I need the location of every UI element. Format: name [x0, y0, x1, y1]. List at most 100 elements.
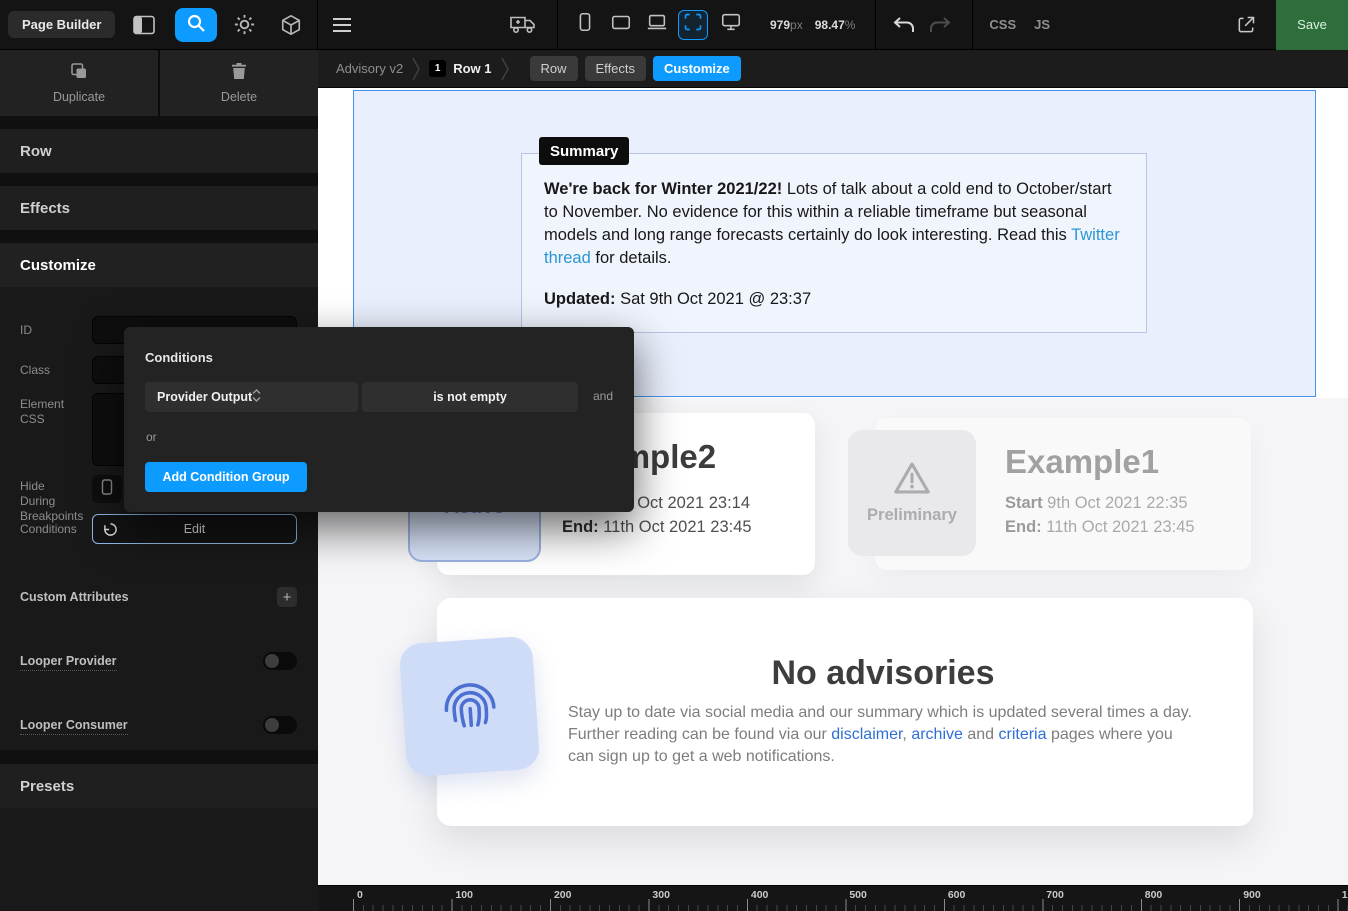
preview-laptop-button[interactable] — [642, 10, 672, 40]
hamburger-menu-icon[interactable] — [332, 17, 352, 33]
divider — [0, 750, 318, 764]
laptop-icon — [646, 11, 668, 38]
hide-breakpoints-label: Hide During Breakpoints — [20, 479, 82, 524]
truck-icon[interactable] — [510, 15, 537, 34]
delete-button[interactable]: Delete — [160, 50, 318, 116]
breadcrumb-element-label: Row 1 — [453, 61, 491, 76]
looper-consumer-label: Looper Consumer — [20, 718, 128, 735]
fingerprint-icon — [429, 663, 510, 749]
fingerprint-badge — [399, 636, 541, 778]
divider — [557, 0, 558, 50]
element-actions: Duplicate Delete — [0, 50, 318, 116]
sidebar-tail — [0, 808, 318, 911]
criteria-link[interactable]: criteria — [998, 726, 1046, 743]
chevron-right-icon — [501, 57, 509, 81]
ruler-label-700: 700 — [1046, 889, 1064, 901]
divider — [875, 0, 876, 50]
add-custom-attribute-button[interactable]: + — [277, 587, 297, 607]
horizontal-ruler: 01002003004005006007008009001 — [318, 885, 1348, 911]
section-presets[interactable]: Presets — [0, 764, 318, 808]
phone-icon — [574, 11, 596, 38]
class-label: Class — [20, 363, 50, 378]
topbar-center: 979px 98.47% CSS JS — [318, 0, 1236, 50]
divider — [972, 0, 973, 50]
summary-box: We're back for Winter 2021/22! Lots of t… — [521, 153, 1147, 333]
tab-row[interactable]: Row — [530, 56, 578, 81]
breadcrumb-page[interactable]: Advisory v2 — [336, 61, 403, 76]
section-effects[interactable]: Effects — [0, 186, 318, 230]
looper-provider-label: Looper Provider — [20, 654, 117, 671]
add-condition-group-button[interactable]: Add Condition Group — [145, 462, 307, 492]
page-builder-button[interactable]: Page Builder — [8, 11, 115, 38]
tab-customize[interactable]: Customize — [653, 56, 741, 81]
cube-icon[interactable] — [280, 14, 302, 36]
ruler-label-200: 200 — [554, 889, 572, 901]
tab-effects[interactable]: Effects — [585, 56, 647, 81]
and-label: and — [593, 389, 613, 403]
conditions-popover-title: Conditions — [145, 350, 213, 365]
inspector-tabs: Row EffectsCustomize — [530, 56, 741, 81]
conditions-popover: Conditions Provider Output is not empty … — [124, 327, 634, 512]
save-button[interactable]: Save — [1276, 0, 1348, 50]
ruler-label-900: 900 — [1243, 889, 1261, 901]
canvas-width-readout: 979px — [770, 18, 803, 32]
archive-link[interactable]: archive — [911, 726, 963, 743]
ruler-label-600: 600 — [948, 889, 966, 901]
trash-icon — [231, 62, 247, 83]
ruler-label-300: 300 — [652, 889, 670, 901]
desktop-icon — [720, 11, 742, 38]
conditions-label: Conditions — [20, 522, 77, 537]
preview-responsive-button[interactable] — [678, 10, 708, 40]
breadcrumb-element[interactable]: 1 Row 1 — [429, 60, 491, 77]
topbar-right: Save — [1236, 0, 1348, 50]
example2-end: End: 11th Oct 2021 23:45 — [562, 518, 752, 537]
page-builder-app: Page Builder — [0, 0, 1348, 911]
delete-label: Delete — [221, 90, 257, 104]
css-button[interactable]: CSS — [989, 17, 1016, 32]
topbar: Page Builder — [0, 0, 1348, 50]
ruler-label-0: 0 — [357, 889, 363, 901]
conditions-edit-button[interactable]: Edit — [92, 514, 297, 544]
zoom-readout: 98.47% — [815, 18, 856, 32]
looper-provider-toggle[interactable] — [263, 652, 297, 670]
ruler-label-500: 500 — [849, 889, 867, 901]
looper-consumer-toggle[interactable] — [263, 716, 297, 734]
js-button[interactable]: JS — [1034, 17, 1050, 32]
element-css-label: Element CSS — [20, 397, 78, 427]
phone-icon — [101, 479, 113, 500]
conditions-edit-label: Edit — [184, 522, 206, 536]
search-button[interactable] — [175, 8, 217, 42]
duplicate-icon — [70, 62, 88, 83]
ruler-label-400: 400 — [751, 889, 769, 901]
undo-icon[interactable] — [892, 15, 916, 35]
condition-operator-button[interactable]: is not empty — [362, 382, 578, 412]
topbar-left: Page Builder — [0, 0, 318, 50]
external-link-icon[interactable] — [1236, 15, 1256, 35]
section-customize[interactable]: Customize — [0, 243, 318, 287]
chevron-updown-icon — [252, 388, 261, 406]
disclaimer-link[interactable]: disclaimer — [831, 726, 902, 743]
preview-phone-button[interactable] — [570, 10, 600, 40]
duplicate-button[interactable]: Duplicate — [0, 50, 158, 116]
breadcrumb-bar: Advisory v2 1 Row 1 Row EffectsCustomize — [318, 50, 1348, 88]
preview-desktop-button[interactable] — [716, 10, 746, 40]
ruler-label-100: 100 — [455, 889, 473, 901]
or-label: or — [146, 430, 157, 444]
id-label: ID — [20, 323, 32, 338]
no-advisories-title: No advisories — [568, 654, 1198, 693]
section-row[interactable]: Row — [0, 129, 318, 173]
duplicate-label: Duplicate — [53, 90, 105, 104]
no-advisories-text: Stay up to date via social media and our… — [568, 702, 1198, 768]
gear-icon[interactable] — [233, 13, 256, 36]
sidebar-toggle-icon[interactable] — [133, 15, 155, 35]
chevron-right-icon — [412, 57, 420, 81]
tablet-icon — [610, 11, 632, 38]
ruler-label-1: 1 — [1342, 889, 1348, 901]
summary-tag: Summary — [539, 137, 629, 165]
condition-type-select[interactable]: Provider Output — [145, 382, 358, 412]
preview-tablet-button[interactable] — [606, 10, 636, 40]
summary-text: We're back for Winter 2021/22! Lots of t… — [544, 178, 1124, 270]
redo-icon[interactable] — [928, 15, 952, 35]
breakpoint-phone-button[interactable] — [92, 475, 122, 503]
responsive-icon — [683, 12, 703, 37]
